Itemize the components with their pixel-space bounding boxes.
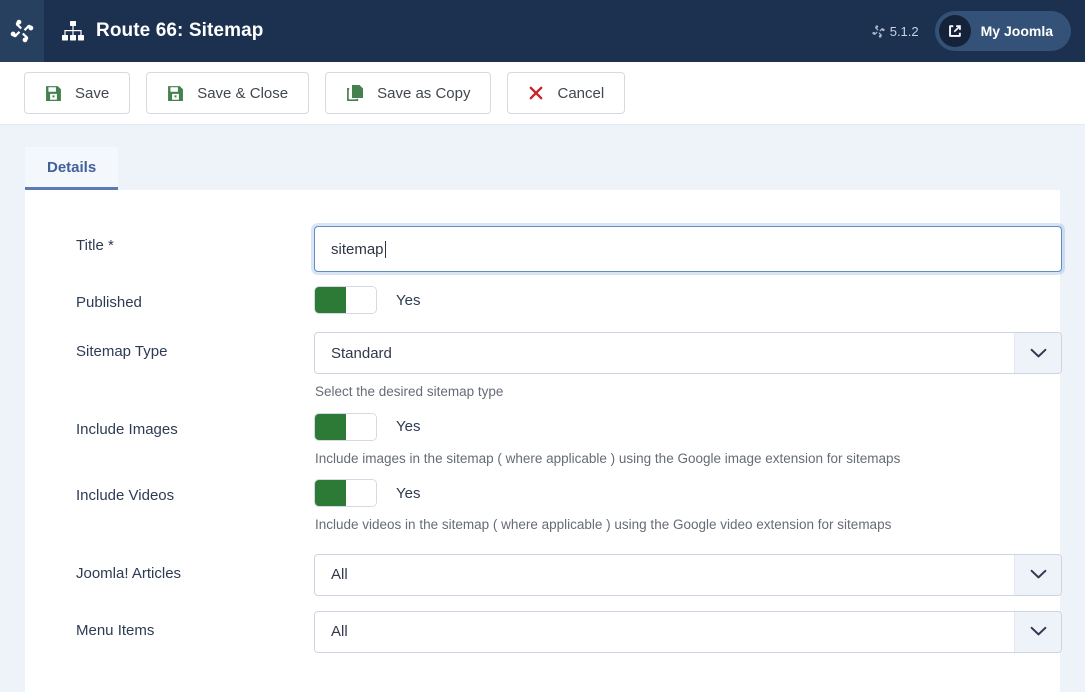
include-images-toggle[interactable]: [314, 412, 377, 441]
sitemap-type-field-wrap: Standard Select the desired sitemap type: [314, 332, 1062, 401]
save-floppy-icon: [46, 85, 61, 101]
published-toggle-state: Yes: [396, 291, 421, 309]
published-field-wrap: Yes: [314, 286, 1060, 314]
toggle-track: [345, 287, 376, 313]
title-label: Title *: [76, 237, 114, 254]
toggle-track: [345, 413, 376, 440]
field-row-published: Published Yes: [25, 286, 1060, 314]
menu-items-value: All: [331, 623, 348, 641]
published-label: Published: [76, 294, 142, 311]
toggle-knob: [315, 413, 346, 440]
title-field-wrap: sitemap: [314, 226, 1062, 272]
version-label: 5.1.2: [889, 23, 919, 39]
published-toggle[interactable]: [314, 286, 377, 314]
version-badge: 5.1.2: [872, 24, 919, 39]
tab-details-label: Details: [47, 159, 97, 176]
save-as-copy-button[interactable]: Save as Copy: [325, 72, 492, 114]
include-videos-toggle-line: Yes: [314, 479, 1060, 508]
save-button[interactable]: Save: [24, 72, 131, 114]
sitemap-type-value: Standard: [331, 344, 392, 362]
field-row-include-images: Include Images Yes Include images in the…: [25, 412, 1060, 468]
external-link-icon: [938, 15, 971, 47]
include-videos-help: Include videos in the sitemap ( where ap…: [315, 517, 892, 533]
joomla-articles-field-wrap: All: [314, 553, 1062, 596]
include-images-toggle-line: Yes: [314, 412, 1060, 441]
menu-items-label: Menu Items: [76, 621, 155, 639]
sitemap-type-select[interactable]: Standard: [314, 332, 1062, 374]
app-header: Route 66: Sitemap 5.1.2 My Joomla: [0, 0, 1085, 62]
field-row-title: Title * sitemap: [25, 226, 1062, 272]
sitemap-type-help: Select the desired sitemap type: [315, 384, 504, 399]
title-input-value: sitemap: [331, 240, 384, 258]
tab-strip-wrapper: Details: [0, 125, 1085, 190]
tab-details[interactable]: Details: [25, 147, 119, 190]
cancel-button[interactable]: Cancel: [507, 72, 626, 114]
joomla-articles-label: Joomla! Articles: [76, 564, 182, 582]
include-images-label: Include Images: [76, 420, 178, 438]
sitemap-type-label: Sitemap Type: [76, 343, 168, 360]
my-joomla-label: My Joomla: [980, 23, 1053, 39]
page-title-group: Route 66: Sitemap: [62, 20, 263, 42]
include-images-field-wrap: Yes Include images in the sitemap ( wher…: [314, 412, 1060, 468]
joomla-articles-select[interactable]: All: [314, 553, 1062, 596]
published-toggle-line: Yes: [314, 286, 1060, 314]
include-videos-field-wrap: Yes Include videos in the sitemap ( wher…: [314, 479, 1060, 534]
editor-toolbar: Save Save & Close Save as Copy Cancel: [0, 62, 1085, 125]
chevron-down-icon: [1014, 333, 1061, 373]
sitemap-icon: [62, 21, 84, 41]
save-button-label: Save: [75, 84, 110, 102]
field-row-joomla-articles: Joomla! Articles All: [25, 553, 1062, 596]
cancel-button-label: Cancel: [557, 84, 605, 102]
joomla-mini-icon: [872, 24, 885, 38]
chevron-down-icon: [1014, 554, 1061, 595]
my-joomla-button[interactable]: My Joomla: [934, 11, 1071, 51]
close-x-icon: [530, 86, 543, 100]
field-row-include-videos: Include Videos Yes Include videos in the…: [25, 479, 1060, 534]
tab-strip: Details: [25, 147, 1060, 190]
include-videos-toggle[interactable]: [314, 479, 377, 508]
menu-items-select[interactable]: All: [314, 610, 1062, 653]
copy-icon: [347, 85, 364, 102]
header-right-group: 5.1.2 My Joomla: [872, 11, 1085, 51]
chevron-down-icon: [1014, 611, 1061, 652]
joomla-articles-value: All: [331, 566, 348, 584]
title-input[interactable]: sitemap: [314, 226, 1062, 272]
toggle-knob: [315, 287, 346, 313]
field-row-menu-items: Menu Items All: [25, 610, 1062, 653]
text-caret: [384, 240, 386, 258]
joomla-logo-icon: [10, 19, 34, 43]
menu-items-field-wrap: All: [314, 610, 1062, 653]
toggle-knob: [315, 480, 346, 507]
field-row-sitemap-type: Sitemap Type Standard Select the desired…: [25, 332, 1062, 401]
include-images-toggle-state: Yes: [396, 418, 421, 436]
toggle-track: [345, 480, 376, 507]
include-videos-label: Include Videos: [76, 487, 175, 505]
save-floppy-icon: [168, 85, 184, 101]
joomla-brand-box[interactable]: [0, 0, 44, 62]
save-and-close-button[interactable]: Save & Close: [146, 72, 310, 114]
details-form-card: Title * sitemap Published Yes Sitemap Ty…: [25, 190, 1062, 692]
save-as-copy-button-label: Save as Copy: [377, 84, 471, 102]
page-title: Route 66: Sitemap: [96, 20, 264, 41]
save-and-close-button-label: Save & Close: [197, 84, 289, 102]
include-images-help: Include images in the sitemap ( where ap…: [315, 450, 901, 466]
include-videos-toggle-state: Yes: [396, 484, 421, 502]
